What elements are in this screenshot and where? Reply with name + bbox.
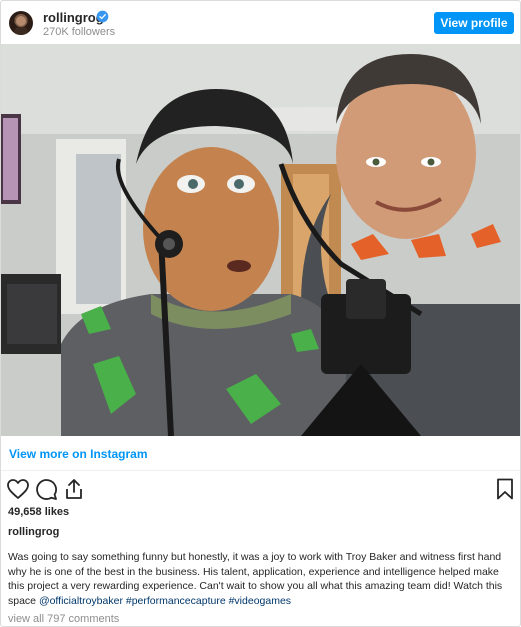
avatar[interactable] — [9, 11, 33, 35]
post-header: rollingrog 270K followers View profile — [1, 1, 520, 45]
mention-link[interactable]: @officialtroybaker — [39, 595, 123, 607]
view-more-link[interactable]: View more on Instagram — [9, 447, 148, 461]
caption-username[interactable]: rollingrog — [8, 526, 59, 538]
share-icon[interactable] — [62, 477, 86, 501]
post-caption: Was going to say something funny but hon… — [8, 550, 513, 608]
hashtag-link[interactable]: #videogames — [229, 595, 291, 607]
action-bar — [1, 477, 520, 503]
bookmark-icon[interactable] — [493, 477, 517, 501]
comment-icon[interactable] — [34, 477, 58, 501]
follower-count: 270K followers — [43, 26, 116, 38]
divider — [1, 470, 520, 471]
view-comments-link[interactable]: view all 797 comments — [8, 613, 119, 625]
heart-icon[interactable] — [6, 477, 30, 501]
verified-badge-icon — [96, 10, 109, 23]
view-profile-button[interactable]: View profile — [434, 12, 514, 34]
post-photo[interactable] — [1, 44, 520, 436]
username[interactable]: rollingrog — [43, 10, 104, 25]
like-count[interactable]: 49,658 likes — [8, 506, 69, 518]
hashtag-link[interactable]: #performancecapture — [126, 595, 226, 607]
instagram-embed-card: rollingrog 270K followers View profile V… — [0, 0, 521, 627]
